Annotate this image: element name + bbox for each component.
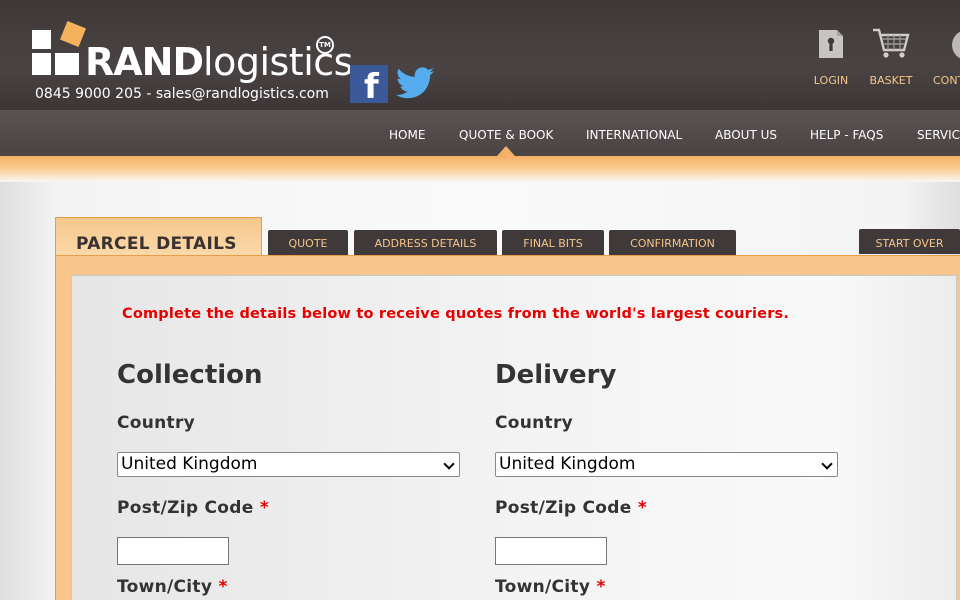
delivery-town-label: Town/City * bbox=[495, 577, 606, 597]
step-parcel-details-label: PARCEL DETAILS bbox=[76, 234, 237, 254]
nav-services[interactable]: SERVIC bbox=[917, 128, 960, 142]
nav-quote-book[interactable]: QUOTE & BOOK bbox=[459, 128, 553, 142]
nav-about-us[interactable]: ABOUT US bbox=[715, 128, 777, 142]
collection-country-label: Country bbox=[117, 413, 196, 433]
header-accent-bar bbox=[0, 156, 960, 182]
delivery-postcode-label: Post/Zip Code * bbox=[495, 498, 648, 518]
logo-block bbox=[59, 20, 87, 48]
cart-icon bbox=[868, 26, 914, 66]
form-intro: Complete the details below to receive qu… bbox=[122, 306, 790, 322]
twitter-icon[interactable] bbox=[396, 66, 434, 100]
nav-international[interactable]: INTERNATIONAL bbox=[586, 128, 682, 142]
basket-button[interactable]: BASKET bbox=[868, 26, 914, 87]
delivery-title: Delivery bbox=[495, 360, 617, 390]
logo-wordmark: RANDlogistics bbox=[85, 40, 353, 84]
login-button[interactable]: LOGIN bbox=[812, 26, 850, 87]
collection-title: Collection bbox=[117, 360, 263, 390]
step-quote[interactable]: QUOTE bbox=[268, 230, 348, 255]
required-marker: * bbox=[637, 498, 648, 518]
contact-label: CONT bbox=[933, 74, 960, 87]
step-final-bits[interactable]: FINAL BITS bbox=[502, 230, 604, 255]
delivery-country-select[interactable]: United Kingdom bbox=[495, 452, 838, 477]
rand-logistics-logo[interactable]: RANDlogistics TM bbox=[30, 20, 353, 84]
delivery-postcode-input[interactable] bbox=[495, 537, 607, 565]
chevron-down-icon bbox=[443, 458, 455, 470]
collection-town-label: Town/City * bbox=[117, 577, 228, 597]
logo-block bbox=[55, 53, 79, 75]
start-over-button[interactable]: START OVER bbox=[859, 229, 960, 254]
required-marker: * bbox=[259, 498, 270, 518]
step-parcel-details: PARCEL DETAILS bbox=[55, 217, 262, 257]
chevron-down-icon bbox=[821, 458, 833, 470]
active-nav-indicator bbox=[497, 146, 515, 156]
facebook-icon[interactable]: f bbox=[350, 65, 388, 107]
collection-postcode-label: Post/Zip Code * bbox=[117, 498, 270, 518]
step-confirmation[interactable]: CONFIRMATION bbox=[609, 230, 736, 255]
collection-country-select[interactable]: United Kingdom bbox=[117, 452, 460, 477]
login-label: LOGIN bbox=[813, 74, 849, 87]
required-marker: * bbox=[596, 577, 606, 597]
trademark-badge: TM bbox=[316, 36, 334, 54]
main-nav: HOME QUOTE & BOOK INTERNATIONAL ABOUT US… bbox=[0, 110, 960, 156]
lock-icon bbox=[812, 26, 850, 66]
collection-postcode-input[interactable] bbox=[117, 537, 229, 565]
nav-home[interactable]: HOME bbox=[389, 128, 425, 142]
step-address-details[interactable]: ADDRESS DETAILS bbox=[354, 230, 497, 255]
logo-block bbox=[32, 53, 51, 75]
contact-button[interactable]: CONT bbox=[932, 26, 960, 87]
logo-block bbox=[32, 30, 51, 49]
basket-label: BASKET bbox=[869, 74, 913, 87]
contact-info: 0845 9000 205 - sales@randlogistics.com bbox=[35, 86, 329, 102]
phone-icon bbox=[932, 26, 960, 66]
delivery-country-label: Country bbox=[495, 413, 574, 433]
required-marker: * bbox=[218, 577, 228, 597]
site-header: RANDlogistics TM 0845 9000 205 - sales@r… bbox=[0, 0, 960, 110]
delivery-country-value: United Kingdom bbox=[499, 454, 636, 474]
collection-country-value: United Kingdom bbox=[121, 454, 258, 474]
nav-help-faqs[interactable]: HELP - FAQS bbox=[810, 128, 883, 142]
